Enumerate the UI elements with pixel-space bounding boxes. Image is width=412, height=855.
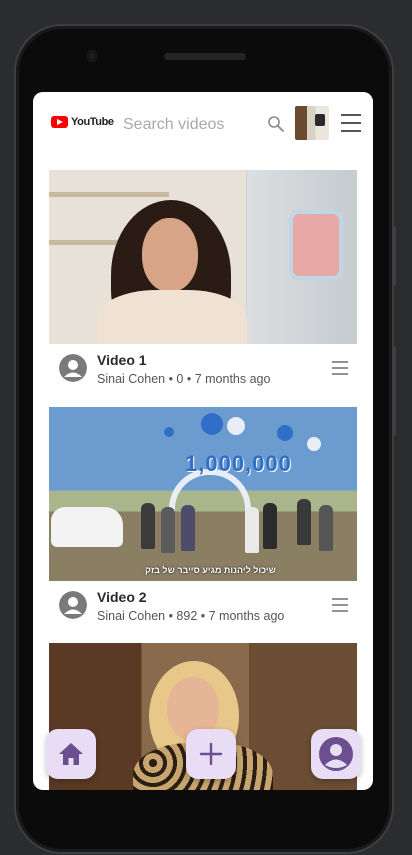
search-input[interactable] xyxy=(121,112,265,138)
channel-avatar-icon[interactable] xyxy=(59,354,87,382)
youtube-play-icon xyxy=(51,116,68,128)
front-camera xyxy=(86,50,98,62)
video-meta: Video 1 Sinai Cohen • 0 • 7 months ago xyxy=(49,344,357,402)
thumbnail-number: 1,000,000 xyxy=(185,451,292,476)
app-screen: YouTube Search videos Video 1 Sinai Cohe… xyxy=(33,92,373,790)
plus-icon xyxy=(199,742,223,766)
home-icon xyxy=(59,743,83,765)
video-card[interactable]: Video 1 Sinai Cohen • 0 • 7 months ago xyxy=(49,170,357,402)
user-avatar-icon[interactable] xyxy=(295,106,329,140)
video-menu-icon[interactable] xyxy=(331,359,349,377)
video-title[interactable]: Video 2 xyxy=(97,589,147,605)
profile-button[interactable] xyxy=(311,729,361,779)
video-meta: Video 2 Sinai Cohen • 892 • 7 months ago xyxy=(49,581,357,639)
video-thumbnail[interactable]: 1,000,000 שיכול ליהנות מגיע סייבר של בזק xyxy=(49,407,357,581)
video-title[interactable]: Video 1 xyxy=(97,352,147,368)
power-button xyxy=(392,346,396,436)
video-thumbnail[interactable] xyxy=(49,170,357,344)
top-bar: YouTube xyxy=(33,92,373,156)
logo-text: YouTube xyxy=(71,116,114,128)
volume-button xyxy=(392,226,396,286)
earpiece xyxy=(164,53,246,60)
video-card[interactable]: 1,000,000 שיכול ליהנות מגיע סייבר של בזק… xyxy=(49,407,357,639)
video-subtitle: Sinai Cohen • 892 • 7 months ago xyxy=(97,609,285,623)
home-button[interactable] xyxy=(46,729,96,779)
youtube-logo[interactable]: YouTube xyxy=(51,116,114,128)
add-video-button[interactable] xyxy=(186,729,236,779)
profile-icon xyxy=(319,737,353,771)
channel-avatar-icon[interactable] xyxy=(59,591,87,619)
video-menu-icon[interactable] xyxy=(331,596,349,614)
search-icon[interactable] xyxy=(267,115,285,133)
thumbnail-caption: שיכול ליהנות מגיע סייבר של בזק xyxy=(145,565,276,575)
video-subtitle: Sinai Cohen • 0 • 7 months ago xyxy=(97,372,271,386)
menu-icon[interactable] xyxy=(340,112,362,134)
